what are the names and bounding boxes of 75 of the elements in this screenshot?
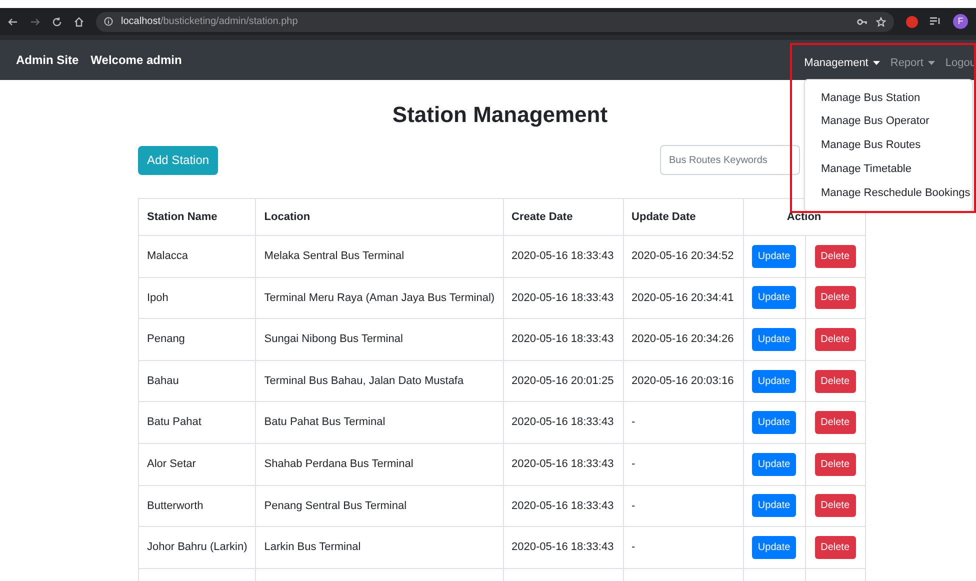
table-cell: 2020-05-16 20:34:41 <box>623 277 744 319</box>
key-icon[interactable] <box>857 18 868 26</box>
column-header: Station Name <box>138 198 256 236</box>
dropdown-item[interactable]: Manage Bus Operator <box>805 110 972 134</box>
playlist-icon[interactable] <box>930 17 941 26</box>
table-cell: Terminal Bus Bahau, Jalan Dato Mustafa <box>256 360 504 402</box>
table-cell: 2020-05-16 20:34:26 <box>623 318 744 360</box>
brand-link[interactable]: Admin Site <box>16 51 79 69</box>
column-header: Update Date <box>623 198 744 236</box>
info-icon <box>104 17 113 26</box>
update-button[interactable]: Update <box>752 370 796 393</box>
table-cell: - <box>623 402 744 444</box>
update-button[interactable]: Update <box>752 411 796 434</box>
extension-icon[interactable] <box>906 16 918 28</box>
table-cell: Batu Pahat Bus Terminal <box>256 402 504 444</box>
delete-button[interactable]: Delete <box>814 536 856 559</box>
dropdown-item[interactable]: Manage Bus Station <box>805 86 972 110</box>
update-button[interactable]: Update <box>752 536 796 559</box>
table-cell: 2020-05-16 20:34:52 <box>623 236 744 278</box>
table-cell: - <box>623 443 744 486</box>
delete-button[interactable]: Delete <box>814 494 856 518</box>
table-cell: - <box>623 485 744 527</box>
dropdown-item[interactable]: Manage Bus Routes <box>805 134 972 158</box>
table-cell: 2020-05-16 18:33:43 <box>503 443 624 486</box>
delete-button[interactable]: Delete <box>814 452 856 476</box>
table-cell: Penang <box>138 318 256 360</box>
add-station-button[interactable]: Add Station <box>138 146 218 174</box>
table-cell: Bahau <box>138 360 256 402</box>
table-cell: Johor Bahru (Larkin) <box>138 526 256 568</box>
address-bar[interactable]: localhost/busticketing/admin/station.php <box>96 12 894 32</box>
table-cell: 2020-05-16 20:03:16 <box>623 360 744 402</box>
delete-button[interactable]: Delete <box>814 244 856 268</box>
dropdown-item[interactable]: Manage Timetable <box>805 157 972 182</box>
table-cell: 2020-05-16 18:33:43 <box>503 236 624 278</box>
nav-menu[interactable]: Report <box>890 54 936 72</box>
table-cell: 2020-05-16 20:01:25 <box>503 360 624 402</box>
delete-button[interactable]: Delete <box>814 411 856 434</box>
forward-icon[interactable] <box>30 16 40 26</box>
url-text: localhost/busticketing/admin/station.php <box>121 15 298 29</box>
table-cell: Larkin Bus Terminal <box>256 526 504 568</box>
star-icon[interactable] <box>876 16 886 26</box>
page-title: Station Management <box>392 101 608 129</box>
table-cell: 2020-05-16 18:33:43 <box>503 526 624 568</box>
welcome-text: Welcome admin <box>90 52 182 69</box>
column-header: Location <box>256 198 504 236</box>
update-button[interactable]: Update <box>752 244 796 268</box>
column-header: Create Date <box>503 198 624 236</box>
table-cell: Shahab Perdana Bus Terminal <box>256 443 504 486</box>
delete-button[interactable]: Delete <box>814 286 856 310</box>
table-cell: 2020-05-16 18:33:43 <box>503 485 624 527</box>
delete-button[interactable]: Delete <box>814 328 856 351</box>
table-cell: Butterworth <box>138 485 256 527</box>
profile-avatar[interactable]: F <box>953 14 968 29</box>
nav-menu[interactable]: Management <box>804 54 880 72</box>
delete-button[interactable]: Delete <box>814 370 856 393</box>
table-cell: Sungai Nibong Bus Terminal <box>256 318 504 360</box>
search-field[interactable]: Bus Routes Keywords <box>660 145 800 175</box>
table-cell: Alor Setar <box>138 443 256 486</box>
table-cell: Melaka Sentral Bus Terminal <box>256 236 504 278</box>
table-cell: Penang Sentral Bus Terminal <box>256 485 504 527</box>
table-cell: - <box>623 526 744 568</box>
back-icon[interactable] <box>8 16 18 26</box>
table-cell: Ipoh <box>138 277 256 319</box>
update-button[interactable]: Update <box>752 494 796 518</box>
table-cell: Malacca <box>138 236 256 278</box>
update-button[interactable]: Update <box>752 328 796 351</box>
table-cell: 2020-05-16 18:33:43 <box>503 402 624 444</box>
reload-icon[interactable] <box>52 16 62 26</box>
update-button[interactable]: Update <box>752 452 796 476</box>
update-button[interactable]: Update <box>752 286 796 310</box>
table-cell: Batu Pahat <box>138 402 256 444</box>
table-cell: 2020-05-16 18:33:43 <box>503 277 624 319</box>
home-icon[interactable] <box>74 16 84 26</box>
table-cell: Terminal Meru Raya (Aman Jaya Bus Terminal) <box>256 277 504 319</box>
table-cell: 2020-05-16 18:33:43 <box>503 318 624 360</box>
